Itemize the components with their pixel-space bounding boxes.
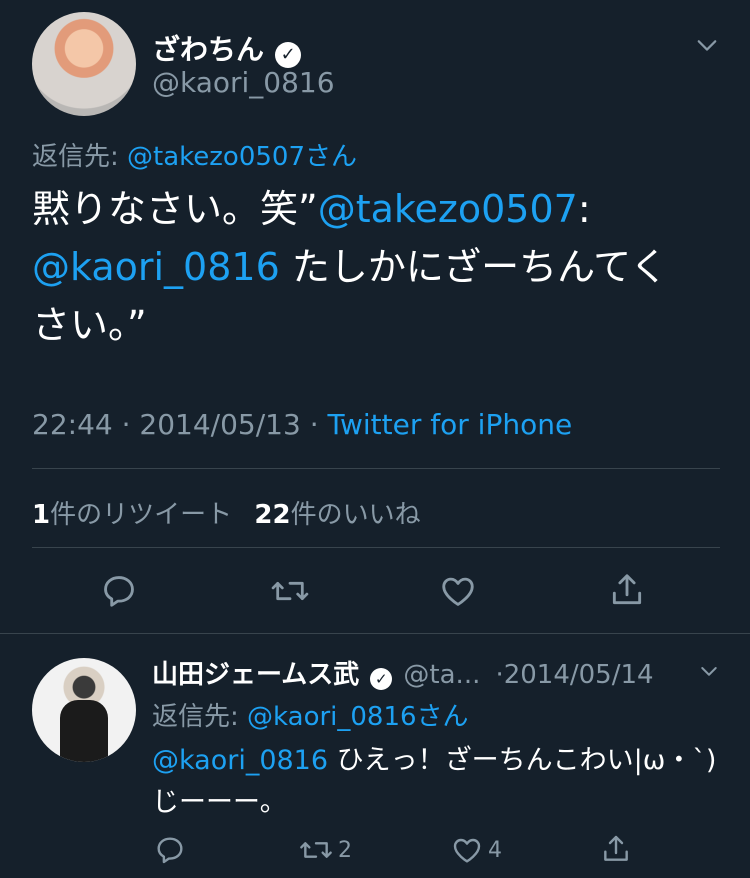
reply-icon[interactable] bbox=[154, 834, 186, 866]
divider bbox=[0, 633, 750, 634]
like-count: 4 bbox=[488, 837, 502, 863]
tweet-client-link[interactable]: Twitter for iPhone bbox=[328, 408, 573, 441]
retweet-count: 1 bbox=[32, 500, 51, 530]
reply-text-segment: じーーー。 bbox=[152, 787, 287, 818]
reply-date: ·2014/05/14 bbox=[495, 660, 654, 690]
retweet-icon[interactable] bbox=[270, 572, 310, 610]
reply-icon[interactable] bbox=[100, 572, 138, 610]
reply-author-avatar[interactable] bbox=[32, 658, 136, 762]
like-icon bbox=[450, 834, 484, 866]
retweet-icon bbox=[298, 834, 334, 866]
divider bbox=[32, 547, 720, 548]
reply-to-link[interactable]: @kaori_0816さん bbox=[247, 702, 469, 732]
chevron-down-icon[interactable] bbox=[700, 662, 718, 684]
like-stat-label: 件のいいね bbox=[290, 500, 421, 530]
tweet-text: 黙りなさい。笑”@takezo0507: @kaori_0816 たしかにざーち… bbox=[32, 180, 732, 354]
author-name: ざわちん bbox=[152, 33, 265, 66]
like-icon[interactable] bbox=[438, 572, 478, 610]
share-icon[interactable] bbox=[600, 832, 632, 866]
share-icon[interactable] bbox=[608, 570, 646, 610]
tweet-date: 2014/05/13 bbox=[139, 408, 301, 441]
meta-separator: · bbox=[309, 408, 319, 441]
reply-prefix: 返信先: bbox=[32, 142, 119, 172]
author-avatar[interactable] bbox=[32, 12, 136, 116]
tweet-stats: 1件のリツイート 22件のいいね bbox=[32, 494, 421, 531]
reply-to-line: 返信先: @kaori_0816さん bbox=[152, 696, 469, 733]
mention-link[interactable]: @kaori_0816 bbox=[152, 745, 328, 776]
retweet-stat-label: 件のリツイート bbox=[50, 500, 233, 530]
retweet-stat[interactable]: 1件のリツイート bbox=[32, 500, 232, 530]
tweet-meta: 22:44 · 2014/05/13 · Twitter for iPhone bbox=[32, 408, 572, 441]
author-handle[interactable]: @kaori_0816 bbox=[152, 66, 335, 99]
verified-icon: ✓ bbox=[275, 41, 302, 68]
retweet-count: 2 bbox=[338, 837, 352, 863]
tweet-text-segment: たしかにざーちんてく bbox=[279, 245, 669, 289]
author-name-row[interactable]: ざわちん ✓ bbox=[152, 28, 302, 68]
reply-like-button[interactable]: 4 bbox=[450, 834, 502, 866]
divider bbox=[32, 468, 720, 469]
reply-to-link[interactable]: @takezo0507さん bbox=[127, 142, 357, 172]
chevron-down-icon[interactable] bbox=[696, 34, 718, 60]
reply-to-line: 返信先: @takezo0507さん bbox=[32, 136, 357, 173]
verified-icon: ✓ bbox=[370, 667, 393, 690]
reply-header: 山田ジェームス武 ✓ @ta... ·2014/05/14 bbox=[152, 654, 712, 691]
tweet-text-segment: さい。” bbox=[32, 303, 147, 347]
mention-link[interactable]: @kaori_0816 bbox=[32, 245, 280, 289]
reply-prefix: 返信先: bbox=[152, 702, 239, 732]
mention-link[interactable]: @takezo0507 bbox=[318, 187, 578, 231]
like-count: 22 bbox=[254, 500, 291, 530]
reply-author-handle[interactable]: @ta... bbox=[403, 660, 480, 690]
tweet-text-segment: : bbox=[577, 187, 591, 231]
reply-author-name[interactable]: 山田ジェームス武 bbox=[152, 660, 359, 690]
tweet-text-segment: 黙りなさい。笑” bbox=[32, 187, 318, 231]
meta-separator: · bbox=[121, 408, 131, 441]
reply-text-segment: ひえっ！ざーちんこわい|ω・`) bbox=[328, 745, 717, 776]
reply-text: @kaori_0816 ひえっ！ざーちんこわい|ω・`) じーーー。 bbox=[152, 740, 732, 824]
reply-retweet-button[interactable]: 2 bbox=[298, 834, 352, 866]
tweet-time: 22:44 bbox=[32, 408, 113, 441]
like-stat[interactable]: 22件のいいね bbox=[254, 500, 420, 530]
